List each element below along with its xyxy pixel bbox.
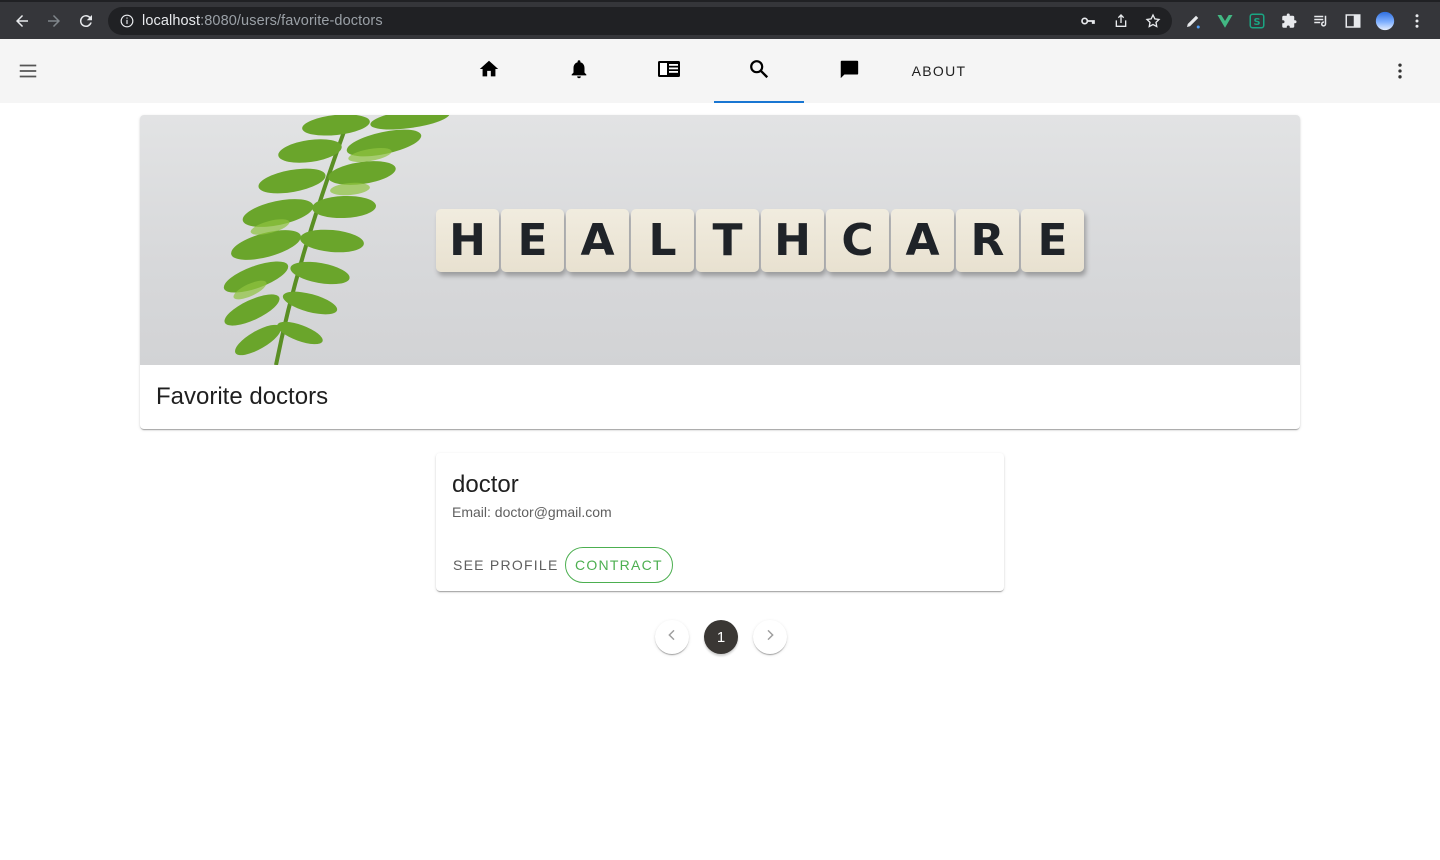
reading-list-icon[interactable] bbox=[1311, 11, 1331, 31]
banner-card: H E A L T H C A R E Favorite doctors bbox=[140, 115, 1300, 429]
contract-button[interactable]: CONTRACT bbox=[565, 547, 673, 583]
tab-news[interactable] bbox=[624, 39, 714, 103]
letter-tile: E bbox=[501, 209, 564, 272]
nav-tabs: ABOUT bbox=[444, 39, 984, 103]
search-icon bbox=[748, 58, 770, 85]
letter-tile: A bbox=[891, 209, 954, 272]
s-extension-icon[interactable]: S bbox=[1247, 11, 1267, 31]
doctor-email: Email: doctor@gmail.com bbox=[452, 504, 612, 520]
newspaper-icon bbox=[657, 58, 681, 85]
healthcare-letter-tiles: H E A L T H C A R E bbox=[436, 209, 1084, 272]
letter-tile: L bbox=[631, 209, 694, 272]
tab-home[interactable] bbox=[444, 39, 534, 103]
see-profile-button[interactable]: SEE PROFILE bbox=[444, 547, 568, 583]
pen-extension-icon[interactable] bbox=[1183, 11, 1203, 31]
healthcare-banner-image: H E A L T H C A R E bbox=[140, 115, 1300, 365]
letter-tile: H bbox=[761, 209, 824, 272]
forward-arrow-icon[interactable] bbox=[43, 10, 65, 32]
chat-icon bbox=[838, 58, 860, 85]
side-panel-icon[interactable] bbox=[1343, 11, 1363, 31]
browser-toolbar: localhost:8080/users/favorite-doctors S bbox=[0, 0, 1440, 39]
star-icon[interactable] bbox=[1145, 13, 1161, 34]
letter-tile: A bbox=[566, 209, 629, 272]
letter-tile: R bbox=[956, 209, 1019, 272]
app-toolbar: ABOUT bbox=[0, 39, 1440, 103]
letter-tile: H bbox=[436, 209, 499, 272]
bell-icon bbox=[568, 58, 590, 85]
letter-tile: C bbox=[826, 209, 889, 272]
page-title: Favorite doctors bbox=[156, 383, 329, 410]
more-vert-icon[interactable] bbox=[1388, 59, 1412, 83]
svg-text:S: S bbox=[1253, 17, 1260, 28]
previous-page-button[interactable] bbox=[655, 620, 689, 654]
reload-icon[interactable] bbox=[75, 10, 97, 32]
profile-avatar-icon[interactable] bbox=[1375, 11, 1395, 31]
back-arrow-icon[interactable] bbox=[11, 10, 33, 32]
tab-messages[interactable] bbox=[804, 39, 894, 103]
doctor-name: doctor bbox=[452, 471, 519, 498]
pagination: 1 bbox=[655, 620, 787, 654]
vue-devtools-icon[interactable] bbox=[1215, 11, 1235, 31]
tab-notifications[interactable] bbox=[534, 39, 624, 103]
share-icon[interactable] bbox=[1113, 13, 1129, 34]
next-page-button[interactable] bbox=[753, 620, 787, 654]
url-text: localhost:8080/users/favorite-doctors bbox=[142, 13, 383, 29]
address-bar[interactable]: localhost:8080/users/favorite-doctors bbox=[108, 7, 1172, 35]
home-icon bbox=[478, 58, 500, 85]
tab-about[interactable]: ABOUT bbox=[894, 39, 984, 103]
hamburger-menu-icon[interactable] bbox=[14, 57, 42, 85]
page-number-button[interactable]: 1 bbox=[704, 620, 738, 654]
puzzle-extensions-icon[interactable] bbox=[1279, 11, 1299, 31]
doctor-card: doctor Email: doctor@gmail.com SEE PROFI… bbox=[436, 453, 1004, 591]
chevron-right-icon bbox=[762, 627, 778, 648]
tab-search[interactable] bbox=[714, 39, 804, 103]
letter-tile: E bbox=[1021, 209, 1084, 272]
key-icon[interactable] bbox=[1080, 13, 1096, 34]
letter-tile: T bbox=[696, 209, 759, 272]
browser-menu-icon[interactable] bbox=[1407, 11, 1427, 31]
site-info-icon[interactable] bbox=[120, 14, 134, 33]
chevron-left-icon bbox=[664, 627, 680, 648]
